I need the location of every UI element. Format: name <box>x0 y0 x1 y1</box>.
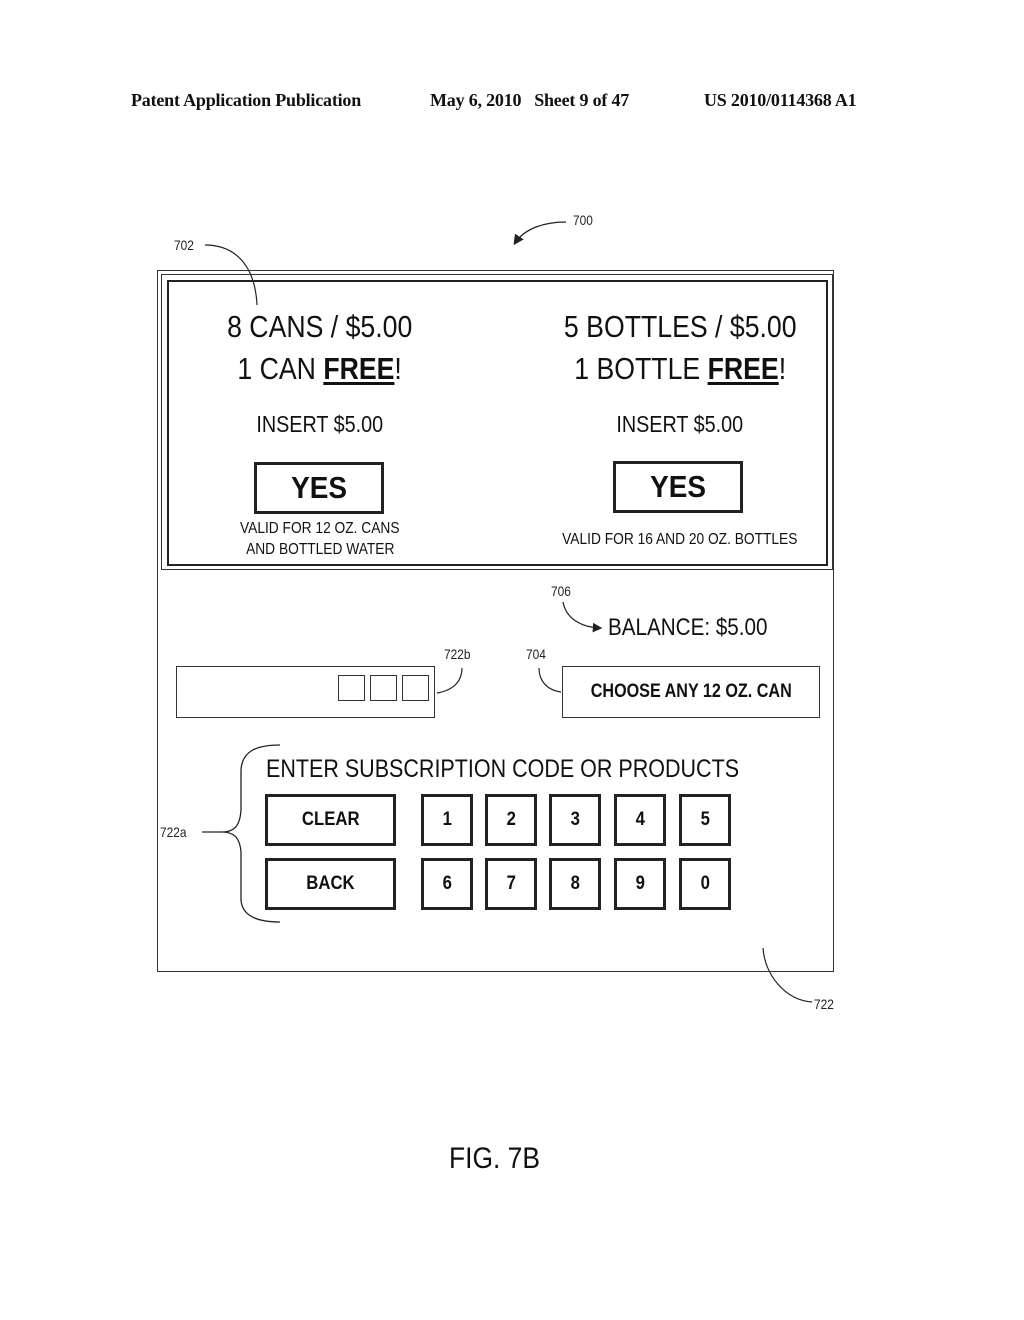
publication-title: Patent Application Publication <box>131 90 362 110</box>
clear-button[interactable]: CLEAR <box>265 794 396 846</box>
offer-cans-free-suffix: ! <box>394 351 403 386</box>
key-6[interactable]: 6 <box>421 858 473 910</box>
offer-bottles-free-prefix: 1 BOTTLE <box>574 351 708 386</box>
offer-cans-yes-button[interactable]: YES <box>254 462 384 514</box>
keypad-title: ENTER SUBSCRIPTION CODE OR PRODUCTS <box>266 755 740 783</box>
offer-bottles-headline: 5 BOTTLES / $5.00 <box>530 309 830 345</box>
key-5[interactable]: 5 <box>679 794 731 846</box>
offer-cans-insert: INSERT $5.00 <box>256 411 384 437</box>
ref-700: 700 <box>573 212 593 228</box>
offer-bottles-price: 5 BOTTLES / $5.00 <box>563 309 797 344</box>
offer-bottles-note: VALID FOR 16 AND 20 OZ. BOTTLES <box>562 531 798 548</box>
offer-cans-headline: 8 CANS / $5.00 <box>170 309 470 345</box>
ref-702: 702 <box>174 237 194 253</box>
code-digit-slot-3 <box>402 675 429 701</box>
key-2[interactable]: 2 <box>485 794 537 846</box>
key-1[interactable]: 1 <box>421 794 473 846</box>
choose-product-prompt: CHOOSE ANY 12 OZ. CAN <box>562 666 820 718</box>
balance-display: BALANCE: $5.00 <box>608 614 768 641</box>
offer-bottles-free-emphasis: FREE <box>707 351 779 386</box>
offer-cans-free-emphasis: FREE <box>323 351 395 386</box>
offer-bottles-yes-button[interactable]: YES <box>613 461 743 513</box>
offer-bottles-free-line: 1 BOTTLE FREE! <box>530 351 830 387</box>
key-0[interactable]: 0 <box>679 858 731 910</box>
offer-bottles-free-suffix: ! <box>778 351 786 386</box>
leader-700 <box>513 221 567 246</box>
offer-cans-price: 8 CANS / $5.00 <box>227 309 413 344</box>
publication-date-sheet: May 6, 2010 Sheet 9 of 47 <box>430 90 630 110</box>
offer-cans-note-2: AND BOTTLED WATER <box>245 541 395 558</box>
offer-cans-free-prefix: 1 CAN <box>237 351 324 386</box>
offer-bottles-insert: INSERT $5.00 <box>616 411 744 437</box>
ref-722: 722 <box>814 996 834 1012</box>
key-7[interactable]: 7 <box>485 858 537 910</box>
offer-cans-free-line: 1 CAN FREE! <box>170 351 470 387</box>
patent-number: US 2010/0114368 A1 <box>704 90 857 110</box>
key-3[interactable]: 3 <box>549 794 601 846</box>
code-digit-slot-2 <box>370 675 397 701</box>
key-9[interactable]: 9 <box>614 858 666 910</box>
code-digit-slot-1 <box>338 675 365 701</box>
key-4[interactable]: 4 <box>614 794 666 846</box>
offer-cans-note: VALID FOR 12 OZ. CANS <box>240 520 400 537</box>
back-button[interactable]: BACK <box>265 858 396 910</box>
key-8[interactable]: 8 <box>549 858 601 910</box>
figure-label: FIG. 7B <box>449 1142 540 1175</box>
